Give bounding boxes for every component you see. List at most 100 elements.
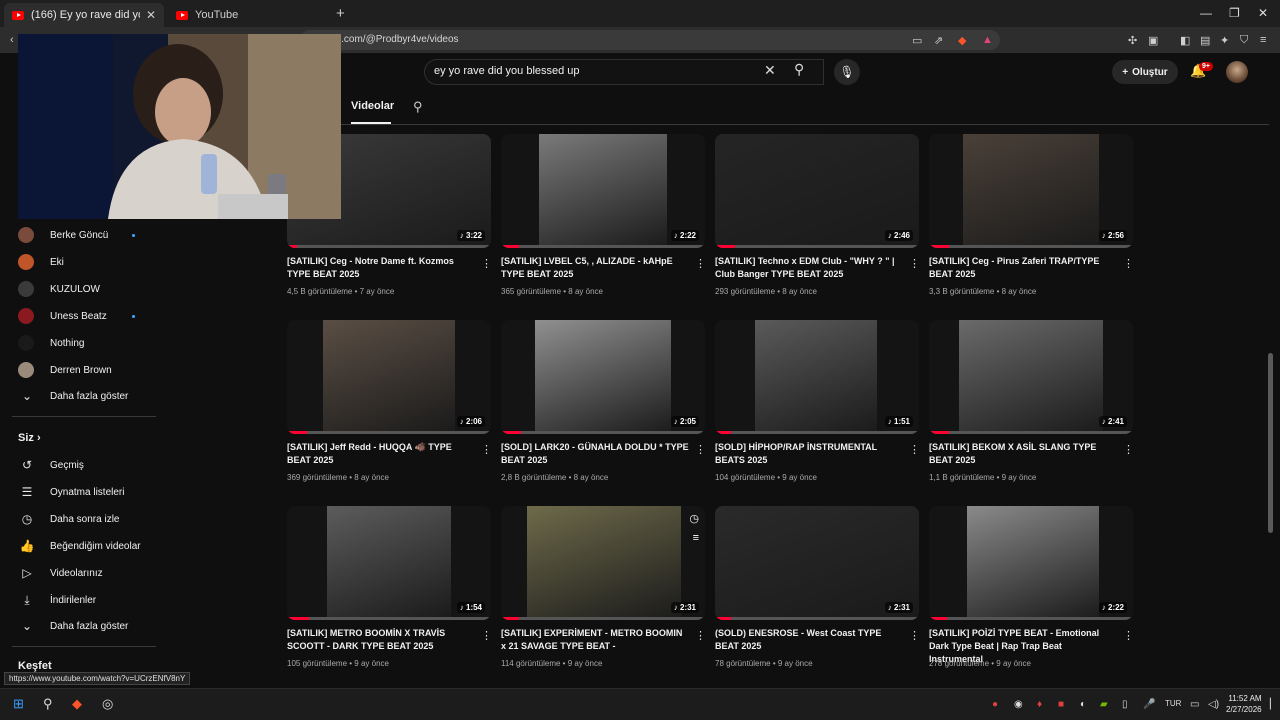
tab-videos[interactable]: Videolar — [351, 100, 394, 112]
video-title[interactable]: [SATILIK] Jeff Redd - HUQQA 🐗 TYPE BEAT … — [287, 441, 475, 467]
back-icon[interactable]: ‹ — [10, 34, 14, 46]
sidebar-subscription-item[interactable]: Uness Beatz — [18, 308, 107, 324]
brave-shield-icon[interactable]: ◆ — [958, 34, 966, 47]
video-title[interactable]: (SOLD) ENESROSE - West Coast TYPE BEAT 2… — [715, 627, 903, 653]
video-thumbnail[interactable]: ♪ 1:51 — [715, 320, 919, 434]
more-actions-icon[interactable]: ⋮ — [1123, 443, 1134, 456]
video-title[interactable]: [SATILIK] EXPERİMENT - METRO BOOMIN x 21… — [501, 627, 689, 653]
sidebar-item-downloads[interactable]: ⤓ İndirilenler — [18, 591, 96, 609]
restore-button[interactable]: ❐ — [1229, 6, 1240, 20]
menu-icon[interactable]: ≡ — [1260, 34, 1266, 46]
video-card[interactable]: ♪ 2:31 ◷ ≡ [SATILIK] EXPERİMENT - METRO BOO… — [501, 506, 706, 668]
brave-rewards-icon[interactable]: ▲ — [982, 34, 993, 46]
sidebar-item-like[interactable]: 👍 Beğendiğim videolar — [18, 537, 141, 555]
create-button[interactable]: + Oluştur — [1112, 60, 1178, 84]
sidebar-subscription-item[interactable]: Berke Göncü — [18, 227, 108, 243]
show-more-button[interactable]: ⌄ Daha fazla göster — [18, 387, 128, 405]
watch-later-icon[interactable]: ◷ — [689, 512, 699, 525]
more-actions-icon[interactable]: ⋮ — [909, 629, 920, 642]
tab-manager-icon[interactable]: ▣ — [1148, 34, 1158, 47]
system-clock[interactable]: 11:52 AM 2/27/2026 — [1226, 693, 1262, 715]
video-card[interactable]: ♪ 1:54 [SATILIK] METRO BOOMİN X TRAVİS SC… — [287, 506, 492, 668]
you-section-header[interactable]: Siz › — [18, 432, 41, 444]
brave-browser-icon[interactable]: ◆ — [72, 696, 82, 712]
video-thumbnail[interactable]: ♪ 2:22 — [501, 134, 705, 248]
extensions-icon[interactable]: ✣ — [1128, 34, 1137, 47]
add-to-queue-icon[interactable]: ≡ — [693, 532, 699, 544]
tray-app-icon[interactable]: ● — [992, 699, 998, 710]
tray-app-icon[interactable]: ■ — [1058, 699, 1064, 710]
more-actions-icon[interactable]: ⋮ — [909, 443, 920, 456]
video-title[interactable]: [SATILIK] LVBEL C5, , ALIZADE - kAHpE TY… — [501, 255, 689, 281]
video-title[interactable]: [SATILIK] Techno x EDM Club - "WHY ? " |… — [715, 255, 903, 281]
video-thumbnail[interactable]: ♪ 2:31 — [715, 506, 919, 620]
more-actions-icon[interactable]: ⋮ — [695, 443, 706, 456]
close-window-button[interactable]: ✕ — [1258, 6, 1268, 20]
show-more-button-2[interactable]: ⌄ Daha fazla göster — [18, 617, 128, 635]
search-icon[interactable]: ⚲ — [794, 61, 804, 78]
more-actions-icon[interactable]: ⋮ — [481, 629, 492, 642]
usb-icon[interactable]: ▯ — [1122, 699, 1128, 710]
windows-start-icon[interactable]: ⊞ — [13, 696, 24, 712]
url-text[interactable]: be.com/@Prodbyr4ve/videos — [330, 34, 459, 45]
share-icon[interactable]: ⇗ — [934, 34, 943, 47]
sidebar-subscription-item[interactable]: Eki — [18, 254, 64, 270]
more-actions-icon[interactable]: ⋮ — [1123, 257, 1134, 270]
video-thumbnail[interactable]: ♪ 2:06 — [287, 320, 491, 434]
more-actions-icon[interactable]: ⋮ — [481, 443, 492, 456]
nvidia-icon[interactable]: ▰ — [1100, 699, 1108, 710]
more-actions-icon[interactable]: ⋮ — [695, 629, 706, 642]
sidebar-subscription-item[interactable]: Nothing — [18, 335, 84, 351]
video-thumbnail[interactable]: ♪ 2:56 — [929, 134, 1133, 248]
video-card[interactable]: ♪ 2:06 [SATILIK] Jeff Redd - HUQQA 🐗 TYPE… — [287, 320, 492, 482]
sidebar-item-watch-later[interactable]: ◷ Daha sonra izle — [18, 510, 120, 528]
notifications-icon[interactable]: ▏ — [1270, 699, 1278, 710]
sidebar-item-playlists[interactable]: ☰ Oynatma listeleri — [18, 483, 125, 501]
sidebar-subscription-item[interactable]: Derren Brown — [18, 362, 112, 378]
sidebar-item-your-videos[interactable]: ▷ Videolarınız — [18, 564, 102, 582]
more-actions-icon[interactable]: ⋮ — [481, 257, 492, 270]
more-actions-icon[interactable]: ⋮ — [909, 257, 920, 270]
video-title[interactable]: [SOLD] LARK20 - GÜNAHLA DOLDU * TYPE BEA… — [501, 441, 689, 467]
video-title[interactable]: [SATILIK] BEKOM X ASİL SLANG TYPE BEAT 2… — [929, 441, 1117, 467]
video-thumbnail[interactable]: ♪ 2:05 — [501, 320, 705, 434]
leo-ai-icon[interactable]: ✦ — [1220, 34, 1229, 47]
video-thumbnail[interactable]: ♪ 2:31 ◷ ≡ — [501, 506, 705, 620]
language-indicator[interactable]: TUR — [1165, 699, 1181, 708]
browser-tab[interactable]: YouTube — [168, 3, 332, 27]
close-tab-icon[interactable]: ✕ — [146, 8, 156, 22]
video-card[interactable]: ♪ 2:05 [SOLD] LARK20 - GÜNAHLA DOLDU * TY… — [501, 320, 706, 482]
more-actions-icon[interactable]: ⋮ — [695, 257, 706, 270]
account-avatar[interactable] — [1226, 61, 1248, 83]
video-card[interactable]: ♪ 2:41 [SATILIK] BEKOM X ASİL SLANG TYPE … — [929, 320, 1134, 482]
wallet-icon[interactable]: ▤ — [1200, 34, 1210, 47]
video-card[interactable]: ♪ 2:46 [SATILIK] Techno x EDM Club - "WHY… — [715, 134, 920, 296]
tray-app-icon[interactable]: ◐ — [1080, 699, 1086, 710]
tray-app-icon[interactable]: ♦ — [1037, 699, 1042, 710]
video-title[interactable]: [SATILIK] Ceg - Notre Dame ft. Kozmos TY… — [287, 255, 475, 281]
video-title[interactable]: [SATILIK] Ceg - Pirus Zaferi TRAP/TYPE B… — [929, 255, 1117, 281]
sidebar-item-history[interactable]: ↺ Geçmiş — [18, 456, 84, 474]
video-card[interactable]: ♪ 2:56 [SATILIK] Ceg - Pirus Zaferi TRAP/… — [929, 134, 1134, 296]
video-card[interactable]: ♪ 2:31 (SOLD) ENESROSE - West Coast TYPE … — [715, 506, 920, 668]
video-card[interactable]: ♪ 2:22 [SATILIK] POİZİ TYPE BEAT - Emotio… — [929, 506, 1134, 668]
browser-tab-active[interactable]: (166) Ey yo rave did you blessed ✕ — [4, 3, 164, 27]
channel-search-icon[interactable]: ⚲ — [413, 99, 423, 115]
new-tab-button[interactable]: + — [336, 5, 345, 22]
video-card[interactable]: ♪ 1:51 [SOLD] HİPHOP/RAP İNSTRUMENTAL BEA… — [715, 320, 920, 482]
video-thumbnail[interactable]: ♪ 2:41 — [929, 320, 1133, 434]
more-actions-icon[interactable]: ⋮ — [1123, 629, 1134, 642]
microphone-tray-icon[interactable]: 🎤 — [1143, 699, 1155, 710]
video-card[interactable]: ♪ 2:22 [SATILIK] LVBEL C5, , ALIZADE - kA… — [501, 134, 706, 296]
volume-icon[interactable]: ◁) — [1208, 699, 1219, 710]
page-scrollbar[interactable] — [1268, 353, 1273, 533]
clear-search-icon[interactable]: ✕ — [764, 62, 776, 79]
video-title[interactable]: [SOLD] HİPHOP/RAP İNSTRUMENTAL BEATS 202… — [715, 441, 903, 467]
video-thumbnail[interactable]: ♪ 2:46 — [715, 134, 919, 248]
vpn-icon[interactable]: ⛉ — [1240, 34, 1248, 47]
sidebar-subscription-item[interactable]: KUZULOW — [18, 281, 100, 297]
tray-app-icon[interactable]: ◉ — [1014, 699, 1023, 710]
obs-icon[interactable]: ◎ — [102, 696, 113, 712]
video-title[interactable]: [SATILIK] METRO BOOMİN X TRAVİS SCOOTT -… — [287, 627, 475, 653]
sidebar-icon[interactable]: ◧ — [1180, 34, 1190, 47]
